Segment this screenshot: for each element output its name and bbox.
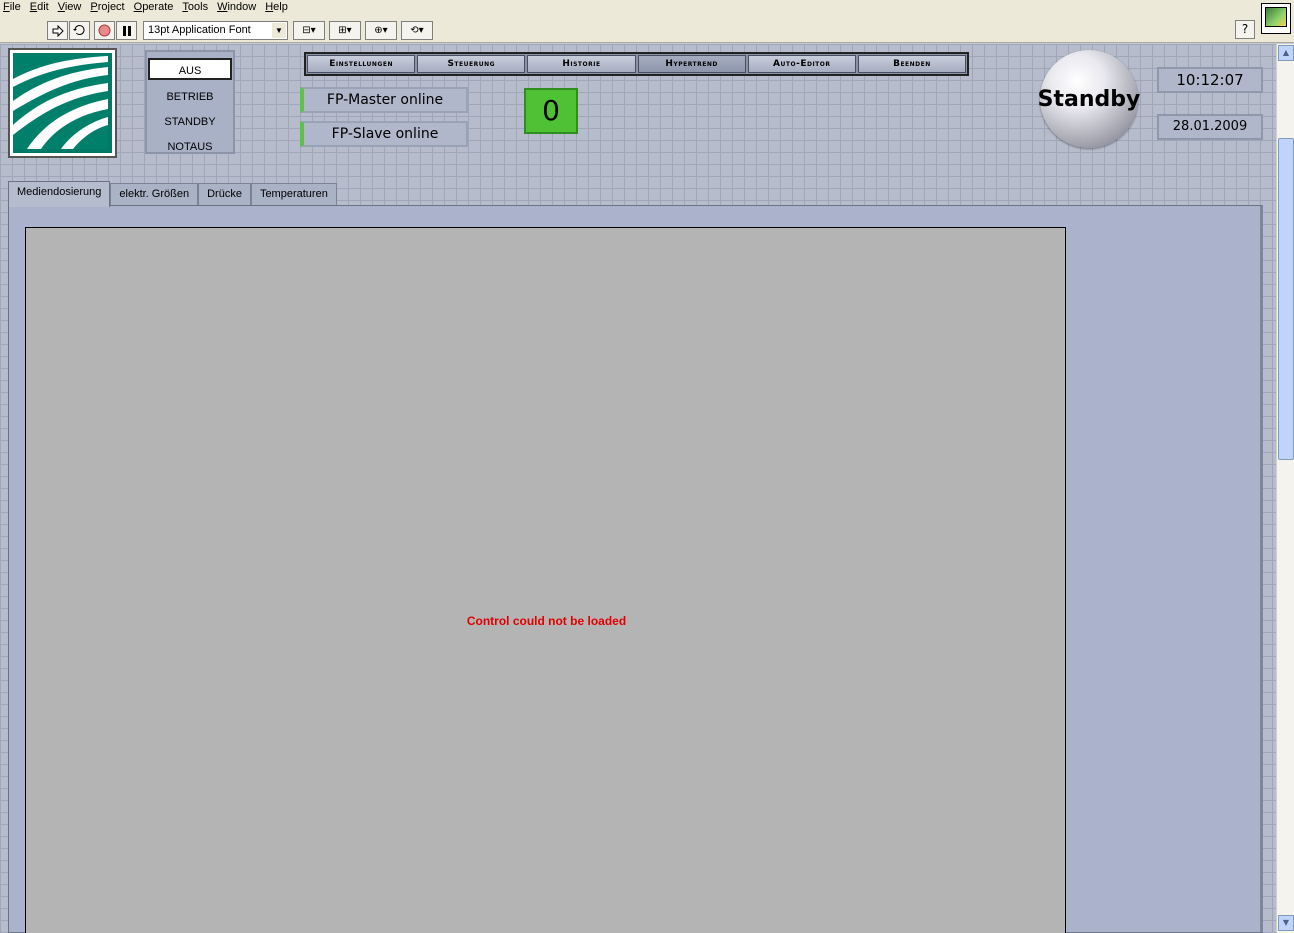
- nav-button-auto-editor[interactable]: Auto-Editor: [747, 55, 856, 73]
- mode-item-standby[interactable]: STANDBY: [147, 111, 233, 133]
- nav-button-steuerung[interactable]: Steuerung: [417, 55, 526, 73]
- pause-icon[interactable]: [116, 21, 137, 40]
- time-display: 10:12:07: [1157, 67, 1263, 93]
- fp-master-status: FP-Master online: [300, 87, 468, 113]
- tab-mediendosierung[interactable]: Mediendosierung: [8, 181, 111, 207]
- menu-bar: File Edit View Project Operate Tools Win…: [0, 0, 1294, 14]
- nav-button-historie[interactable]: Historie: [527, 55, 636, 73]
- standby-led: Standby: [1037, 50, 1141, 148]
- run-continuously-icon[interactable]: [69, 21, 90, 40]
- company-logo: [8, 48, 117, 158]
- align-objects-icon[interactable]: ⊟▾: [293, 21, 325, 40]
- front-panel: AUS BETRIEB STANDBY NOTAUS Einstellungen…: [0, 44, 1276, 933]
- tab-bar: Mediendosierung elektr. Größen Drücke Te…: [8, 181, 337, 207]
- standby-led-label: Standby: [1037, 86, 1141, 112]
- menu-file[interactable]: File: [0, 1, 27, 14]
- reorder-icon[interactable]: ⟲▾: [401, 21, 433, 40]
- menu-window[interactable]: Window: [214, 1, 262, 14]
- menu-help[interactable]: Help: [262, 1, 294, 14]
- distribute-objects-icon[interactable]: ⊞▾: [329, 21, 361, 40]
- scroll-thumb[interactable]: [1278, 138, 1294, 460]
- resize-objects-icon[interactable]: ⊕▾: [365, 21, 397, 40]
- tab-temperaturen[interactable]: Temperaturen: [250, 183, 337, 205]
- navigation-bar: Einstellungen Steuerung Historie Hypertr…: [304, 52, 969, 76]
- nav-button-einstellungen[interactable]: Einstellungen: [307, 55, 416, 73]
- control-placeholder: Control could not be loaded: [25, 227, 1066, 933]
- tab-page: Control could not be loaded: [8, 205, 1263, 933]
- mode-item-betrieb[interactable]: BETRIEB: [147, 86, 233, 108]
- help-button[interactable]: ?: [1235, 20, 1255, 39]
- scroll-up-icon[interactable]: ▲: [1278, 45, 1294, 61]
- menu-edit[interactable]: Edit: [27, 1, 55, 14]
- fp-slave-status: FP-Slave online: [300, 121, 468, 147]
- logo-graphic: [13, 53, 112, 153]
- nav-button-beenden[interactable]: Beenden: [857, 55, 967, 73]
- mode-item-aus[interactable]: AUS: [148, 58, 232, 80]
- menu-project[interactable]: Project: [87, 1, 130, 14]
- vi-icon[interactable]: [1261, 3, 1291, 34]
- font-selector-value: 13pt Application Font: [148, 24, 251, 36]
- vi-icon-image: [1265, 7, 1287, 27]
- menu-view[interactable]: View: [55, 1, 88, 14]
- run-arrow-icon[interactable]: [47, 21, 68, 40]
- vertical-scrollbar[interactable]: ▲ ▼: [1276, 44, 1294, 933]
- tab-elektr-groessen[interactable]: elektr. Größen: [110, 183, 199, 205]
- menu-tools[interactable]: Tools: [179, 1, 214, 14]
- mode-item-notaus[interactable]: NOTAUS: [147, 136, 233, 158]
- font-selector[interactable]: 13pt Application Font ▼: [143, 21, 288, 40]
- scroll-down-icon[interactable]: ▼: [1278, 915, 1294, 931]
- nav-button-hypertrend[interactable]: Hypertrend: [637, 55, 746, 73]
- chevron-down-icon: ▼: [272, 23, 286, 38]
- tab-druecke[interactable]: Drücke: [198, 183, 251, 205]
- counter-indicator: 0: [524, 88, 578, 134]
- control-load-error: Control could not be loaded: [466, 614, 627, 628]
- date-display: 28.01.2009: [1157, 114, 1263, 140]
- abort-icon[interactable]: [94, 21, 115, 40]
- menu-operate[interactable]: Operate: [131, 1, 180, 14]
- toolbar: 13pt Application Font ▼ ⊟▾ ⊞▾ ⊕▾ ⟲▾: [0, 14, 1294, 43]
- mode-selector[interactable]: AUS BETRIEB STANDBY NOTAUS: [145, 50, 235, 154]
